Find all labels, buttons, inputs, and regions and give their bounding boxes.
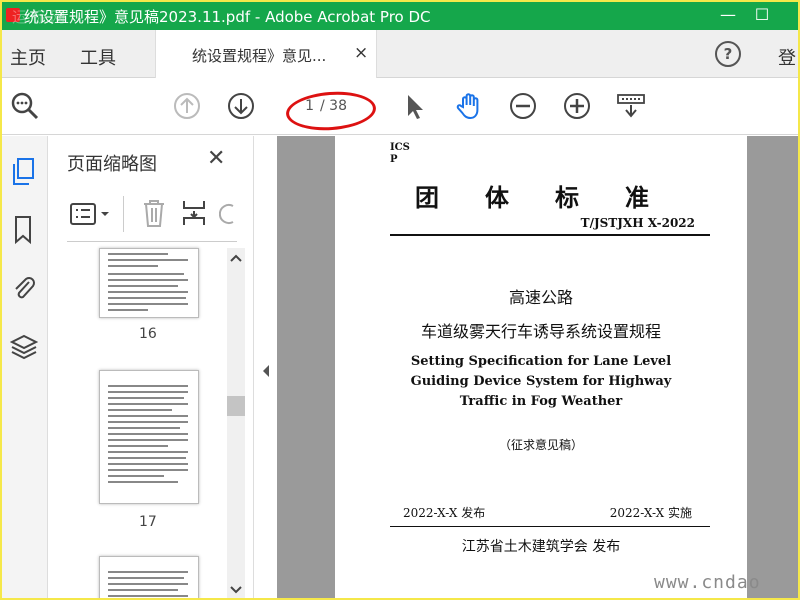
- layers-icon[interactable]: [10, 330, 38, 362]
- app-window: 运标网 统设置规程》意见稿2023.11.pdf - Adobe Acrobat…: [2, 2, 798, 598]
- rotate-page-icon[interactable]: [219, 198, 237, 228]
- hand-tool-icon[interactable]: [454, 91, 484, 121]
- title-cn-line1: 高速公路: [508, 288, 573, 307]
- document-tab[interactable]: 统设置规程》意见... ×: [155, 30, 377, 78]
- zoom-out-icon[interactable]: [508, 91, 538, 121]
- page-thumbnails-icon[interactable]: [10, 156, 38, 188]
- title-bar: 运标网 统设置规程》意见稿2023.11.pdf - Adobe Acrobat…: [2, 2, 798, 30]
- thumbnail-page-18[interactable]: [99, 556, 199, 598]
- close-tab-icon[interactable]: ×: [354, 43, 368, 63]
- scrollbar-thumb[interactable]: [227, 396, 245, 416]
- draft-note: （征求意见稿）: [498, 438, 583, 452]
- delete-page-icon[interactable]: [141, 198, 167, 228]
- login-button[interactable]: 登: [778, 44, 796, 70]
- zoom-search-icon[interactable]: [10, 91, 40, 121]
- thumbnail-options-icon[interactable]: [69, 202, 113, 226]
- thumbnails-scrollbar[interactable]: [227, 248, 245, 598]
- title-cn-line2: 车道级雾天行车诱导系统设置规程: [420, 322, 661, 341]
- panel-title: 页面缩略图: [67, 154, 157, 175]
- issue-date: 2022-X-X 发布: [403, 506, 486, 520]
- select-cursor-icon[interactable]: [400, 91, 430, 121]
- document-margin: [747, 136, 798, 598]
- bookmark-icon[interactable]: [10, 214, 38, 246]
- thumbnail-label: 17: [139, 514, 157, 530]
- title-en: Setting Specification for Lane Level Gui…: [410, 354, 672, 409]
- footer-rule: [390, 526, 710, 527]
- help-icon[interactable]: ?: [715, 41, 741, 67]
- publisher: 江苏省土木建筑学会 发布: [461, 539, 621, 555]
- thumbnail-label: 16: [139, 326, 157, 342]
- collapse-panel-handle[interactable]: [255, 136, 277, 598]
- collapse-arrow-icon[interactable]: [261, 364, 271, 378]
- thumbnail-page-17[interactable]: [99, 370, 199, 504]
- restore-button[interactable]: ☐: [742, 2, 782, 30]
- nav-home[interactable]: 主页: [10, 44, 46, 70]
- scroll-down-icon[interactable]: [230, 586, 242, 594]
- document-tab-label: 统设置规程》意见...: [192, 47, 327, 65]
- site-watermark: www.cndao: [654, 572, 761, 593]
- extract-page-icon[interactable]: [181, 198, 207, 228]
- thumbnail-page-16[interactable]: [99, 248, 199, 318]
- window-title: 统设置规程》意见稿2023.11.pdf - Adobe Acrobat Pro…: [24, 8, 431, 26]
- previous-page-icon[interactable]: [172, 91, 202, 121]
- panel-toolbar-divider: [123, 196, 124, 232]
- zoom-in-icon[interactable]: [562, 91, 592, 121]
- tab-bar: 主页 工具 统设置规程》意见... × ? 登: [2, 30, 798, 78]
- header-rule: [390, 234, 710, 236]
- next-page-icon[interactable]: [226, 91, 256, 121]
- zoom-level-icon[interactable]: [616, 91, 646, 121]
- scroll-up-icon[interactable]: [230, 254, 242, 262]
- main-toolbar: 1 / 38: [2, 79, 798, 135]
- standard-heading: 团体标准: [415, 183, 695, 212]
- attachment-icon[interactable]: [10, 272, 38, 304]
- nav-tools[interactable]: 工具: [80, 44, 116, 70]
- standard-number: T/JSTJXH X-2022: [580, 216, 695, 230]
- close-panel-icon[interactable]: ✕: [207, 146, 225, 171]
- ics-code: ICS P: [390, 142, 410, 165]
- document-view[interactable]: ICS P 团体标准 T/JSTJXH X-2022 高速公路 车道级雾天行车诱…: [277, 136, 798, 598]
- left-rail: [2, 136, 48, 598]
- pdf-page: ICS P 团体标准 T/JSTJXH X-2022 高速公路 车道级雾天行车诱…: [335, 136, 747, 598]
- effective-date: 2022-X-X 实施: [609, 506, 692, 520]
- panel-toolbar: [67, 188, 237, 242]
- thumbnails-panel: 页面缩略图 ✕ 16 17: [49, 136, 254, 598]
